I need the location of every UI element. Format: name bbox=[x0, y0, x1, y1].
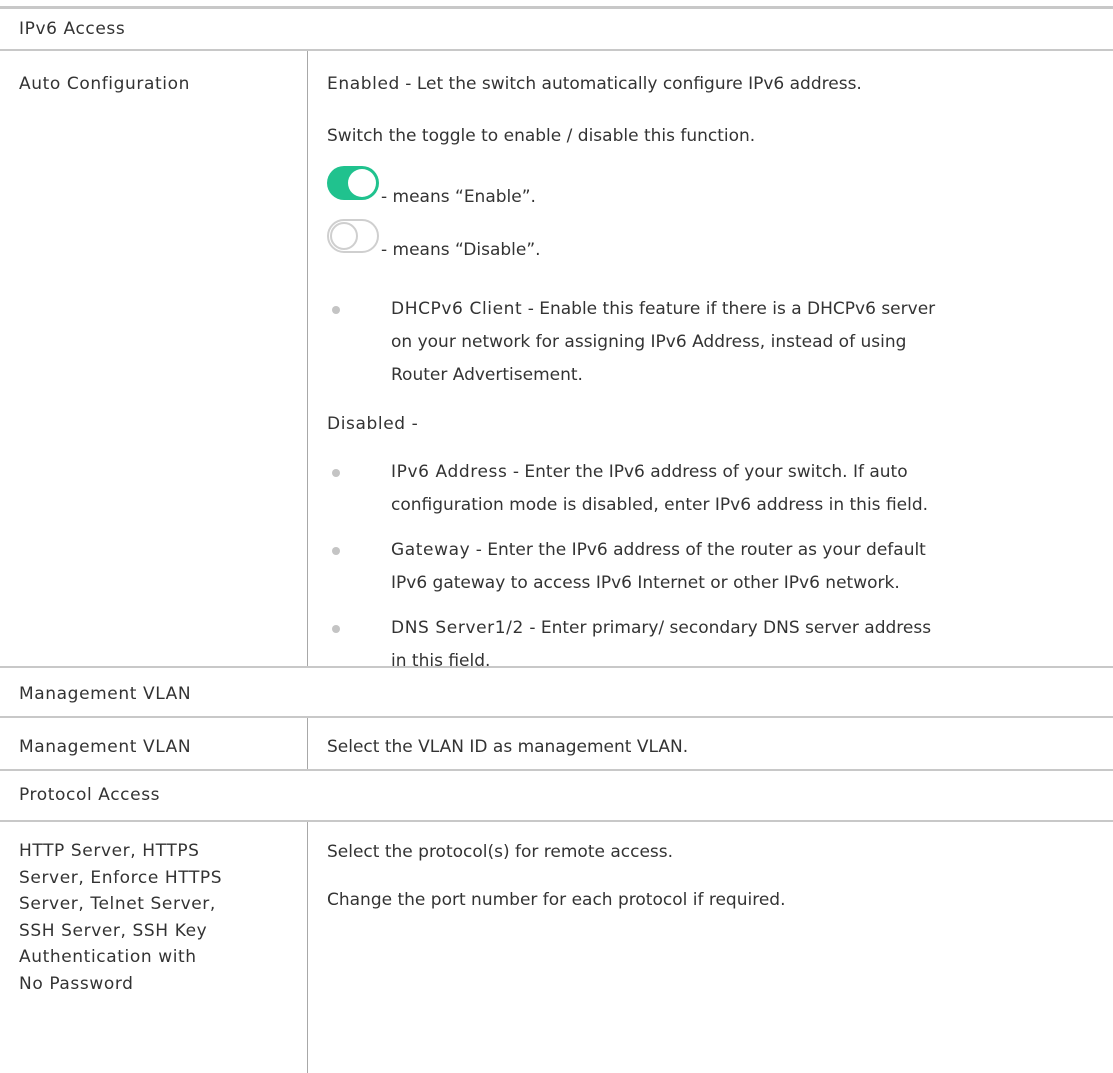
management-vlan-description: Select the VLAN ID as management VLAN. bbox=[327, 737, 689, 757]
toggle-knob bbox=[330, 222, 358, 250]
bullet-line: - Enter the IPv6 address of your switch.… bbox=[507, 462, 908, 482]
row-label-management-vlan: Management VLAN bbox=[19, 737, 192, 757]
column-divider bbox=[307, 718, 308, 769]
bullet-line: configuration mode is disabled, enter IP… bbox=[391, 495, 929, 515]
toggle-on-caption: - means “Enable”. bbox=[381, 187, 536, 207]
label-line: Authentication with bbox=[19, 947, 197, 967]
list-item-gateway: Gateway - Enter the IPv6 address of the … bbox=[391, 534, 1091, 600]
toggle-instruction: Switch the toggle to enable / disable th… bbox=[327, 126, 756, 146]
toggle-knob bbox=[348, 169, 376, 197]
label-line: SSH Server, SSH Key bbox=[19, 920, 208, 941]
disabled-heading: Disabled - bbox=[327, 414, 419, 434]
bullet-term: DNS Server1/2 bbox=[391, 618, 524, 638]
bullet-line: - Enter the IPv6 address of the router a… bbox=[470, 540, 926, 560]
bullet-line: on your network for assigning IPv6 Addre… bbox=[391, 332, 907, 352]
toggle-off-icon bbox=[327, 219, 379, 253]
protocol-description-2: Change the port number for each protocol… bbox=[327, 890, 786, 910]
bullet-icon bbox=[332, 469, 340, 477]
column-divider bbox=[307, 822, 308, 1073]
label-line: Server, Enforce HTTPS bbox=[19, 867, 223, 888]
bullet-icon bbox=[332, 547, 340, 555]
toggle-on-icon bbox=[327, 166, 379, 200]
bullet-line: - Enable this feature if there is a DHCP… bbox=[522, 299, 936, 319]
bullet-line: IPv6 gateway to access IPv6 Internet or … bbox=[391, 573, 900, 593]
bullet-icon bbox=[332, 306, 340, 314]
label-line: HTTP Server, HTTPS bbox=[19, 841, 200, 861]
section-title: IPv6 Access bbox=[19, 19, 126, 39]
enabled-description: Enabled - Let the switch automatically c… bbox=[327, 71, 1087, 97]
bullet-line: - Enter primary/ secondary DNS server ad… bbox=[523, 618, 932, 638]
label-line: Server, Telnet Server, bbox=[19, 894, 216, 914]
enabled-heading: Enabled bbox=[327, 74, 400, 94]
bullet-term: Gateway bbox=[391, 540, 471, 560]
list-item-dhcpv6-client: DHCPv6 Client - Enable this feature if t… bbox=[391, 293, 1091, 392]
section-title: Protocol Access bbox=[19, 785, 161, 805]
bullet-icon bbox=[332, 625, 340, 633]
document-page: IPv6 Access Auto Configuration Enabled -… bbox=[0, 0, 1113, 1073]
list-item-ipv6-address: IPv6 Address - Enter the IPv6 address of… bbox=[391, 456, 1091, 522]
row-label-auto-configuration: Auto Configuration bbox=[19, 74, 190, 94]
bullet-term: IPv6 Address bbox=[391, 462, 508, 482]
protocol-description-1: Select the protocol(s) for remote access… bbox=[327, 842, 674, 862]
section-header-management-vlan: Management VLAN bbox=[0, 668, 1113, 718]
enabled-text: - Let the switch automatically configure… bbox=[399, 74, 862, 94]
section-title: Management VLAN bbox=[19, 684, 192, 704]
column-divider bbox=[307, 51, 308, 666]
section-header-ipv6-access: IPv6 Access bbox=[0, 9, 1113, 51]
row-label-protocols: HTTP Server, HTTPS Server, Enforce HTTPS… bbox=[19, 838, 289, 997]
section-header-protocol-access: Protocol Access bbox=[0, 771, 1113, 822]
bullet-term: DHCPv6 Client bbox=[391, 299, 523, 319]
label-line: No Password bbox=[19, 973, 134, 994]
toggle-off-caption: - means “Disable”. bbox=[381, 240, 541, 260]
bullet-line: Router Advertisement. bbox=[391, 365, 583, 385]
